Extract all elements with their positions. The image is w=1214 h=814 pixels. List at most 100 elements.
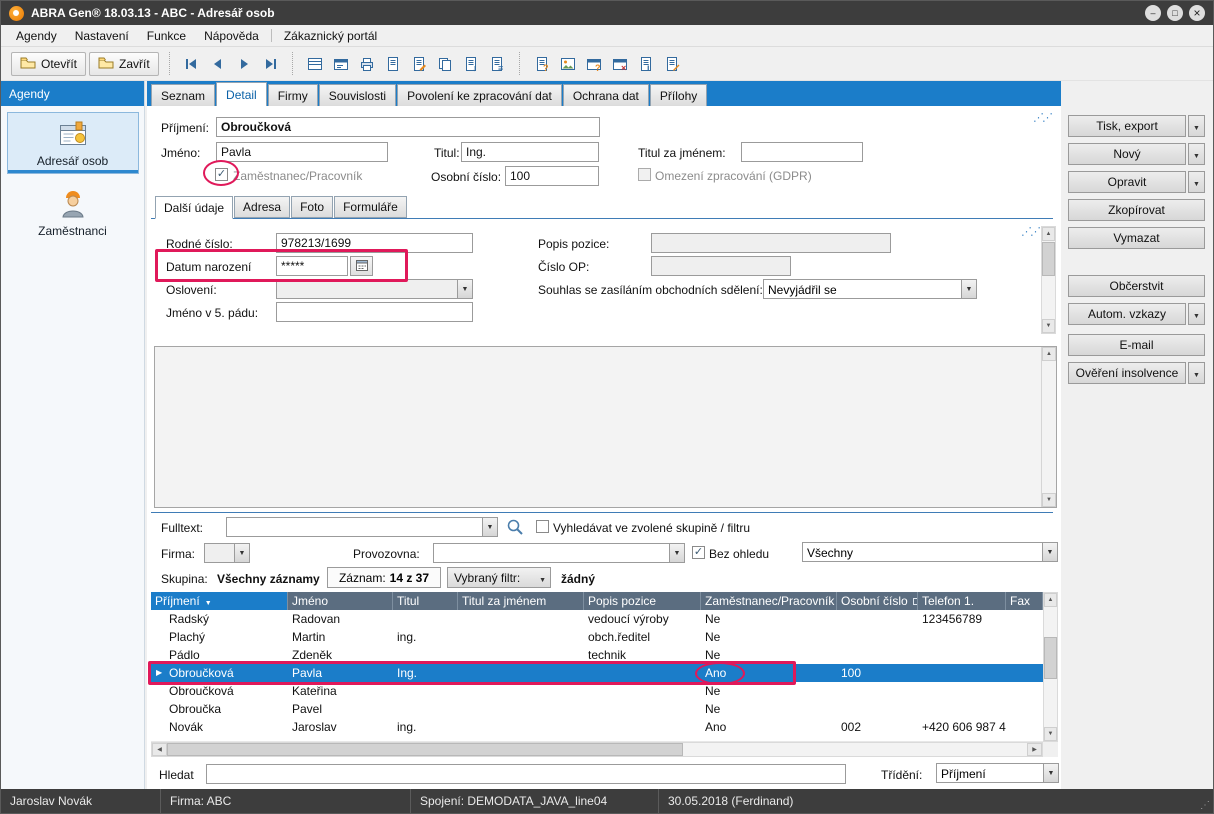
form-view-icon[interactable] — [329, 52, 353, 76]
action-button-obcerstvit[interactable]: Občerstvit — [1068, 275, 1205, 297]
search-icon[interactable] — [506, 518, 524, 539]
scroll-down-button[interactable] — [1044, 727, 1057, 741]
poznamka-scrollbar[interactable] — [1041, 347, 1056, 507]
osobni-cislo-input[interactable] — [505, 166, 599, 186]
window-settings-icon[interactable]: × — [608, 52, 632, 76]
scroll-down-button[interactable] — [1042, 319, 1055, 333]
column-header-titul-za-jmenem[interactable]: Titul za jménem — [458, 592, 584, 610]
group-filter-dropdown[interactable]: Všechny — [802, 542, 1058, 562]
menu-item-napoveda[interactable]: Nápověda — [195, 25, 268, 46]
report-icon[interactable] — [381, 52, 405, 76]
action-button-novy[interactable]: Nový — [1068, 143, 1186, 165]
chevron-down-icon[interactable] — [961, 280, 976, 298]
sidebar-item-adresar-osob[interactable]: Adresář osob — [7, 112, 139, 174]
jmeno-5-pad-input[interactable] — [276, 302, 473, 322]
menu-item-funkce[interactable]: Funkce — [138, 25, 195, 46]
action-button-e-mail[interactable]: E-mail — [1068, 334, 1205, 356]
souhlas-dropdown[interactable]: Nevyjádřil se — [763, 279, 977, 299]
subtab-dalsi-udaje[interactable]: Další údaje — [155, 196, 233, 219]
nav-next-icon[interactable] — [232, 52, 256, 76]
info-icon[interactable]: i — [634, 52, 658, 76]
table-row[interactable]: PádloZdeněktechnikNe — [151, 646, 1043, 664]
edit-icon[interactable] — [407, 52, 431, 76]
scroll-down-button[interactable] — [1042, 493, 1056, 507]
scroll-up-button[interactable] — [1042, 347, 1056, 361]
calendar-button[interactable] — [350, 256, 373, 276]
write-message-icon[interactable] — [660, 52, 684, 76]
scroll-track[interactable] — [1042, 361, 1056, 493]
nav-prev-icon[interactable] — [206, 52, 230, 76]
chevron-down-icon[interactable] — [457, 280, 472, 298]
column-header-telefon-1[interactable]: Telefon 1. — [918, 592, 1006, 610]
menu-item-zakaznicky-portal[interactable]: Zákaznický portál — [275, 25, 386, 46]
action-dropdown-autom-vzkazy[interactable] — [1188, 303, 1205, 325]
action-button-zkopirovat[interactable]: Zkopírovat — [1068, 199, 1205, 221]
records-list-icon[interactable] — [303, 52, 327, 76]
print-icon[interactable] — [355, 52, 379, 76]
chevron-down-icon[interactable] — [669, 544, 684, 562]
trideni-dropdown[interactable]: Příjmení — [936, 763, 1059, 783]
scroll-thumb[interactable] — [167, 743, 683, 756]
maximize-button[interactable] — [1167, 5, 1183, 21]
bez-ohledu-checkbox[interactable] — [692, 546, 705, 559]
action-dropdown-opravit[interactable] — [1188, 171, 1205, 193]
open-button[interactable]: Otevřít — [11, 52, 86, 76]
table-row[interactable]: ObroučkaPavelNe — [151, 700, 1043, 718]
action-dropdown-novy[interactable] — [1188, 143, 1205, 165]
action-button-vymazat[interactable]: Vymazat — [1068, 227, 1205, 249]
scroll-up-button[interactable] — [1042, 227, 1055, 241]
osloveni-dropdown[interactable] — [276, 279, 473, 299]
nav-last-icon[interactable] — [258, 52, 282, 76]
action-dropdown-overeni-insolvence[interactable] — [1188, 362, 1205, 384]
scroll-up-button[interactable] — [1044, 593, 1057, 607]
column-header-popis-pozice[interactable]: Popis pozice — [584, 592, 701, 610]
subtab-formulare[interactable]: Formuláře — [334, 196, 407, 218]
menu-item-agendy[interactable]: Agendy — [7, 25, 66, 46]
scroll-track[interactable] — [167, 743, 1027, 756]
selected-filter-button[interactable]: Vybraný filtr: — [447, 567, 551, 588]
tab-detail[interactable]: Detail — [216, 82, 267, 106]
zamestnanec-checkbox[interactable] — [215, 168, 228, 181]
rodne-cislo-input[interactable] — [276, 233, 473, 253]
detail-vertical-scrollbar[interactable] — [1041, 226, 1056, 334]
scroll-thumb[interactable] — [1042, 242, 1055, 276]
horizontal-scrollbar[interactable] — [151, 742, 1043, 757]
fulltext-group-checkbox[interactable] — [536, 520, 549, 533]
scroll-left-button[interactable] — [152, 743, 167, 756]
provozovna-dropdown[interactable] — [433, 543, 685, 563]
nav-first-icon[interactable] — [180, 52, 204, 76]
popis-pozice-input[interactable] — [651, 233, 891, 253]
tab-firmy[interactable]: Firmy — [268, 84, 318, 106]
chevron-down-icon[interactable] — [234, 544, 249, 562]
gdpr-checkbox[interactable] — [638, 168, 651, 181]
column-header-titul[interactable]: Titul — [393, 592, 458, 610]
scroll-track[interactable] — [1044, 607, 1057, 727]
table-row[interactable]: ObroučkováPavlaIng.Ano100 — [151, 664, 1043, 682]
titul-za-jmenem-input[interactable] — [741, 142, 863, 162]
tab-seznam[interactable]: Seznam — [151, 84, 215, 106]
action-button-overeni-insolvence[interactable]: Ověření insolvence — [1068, 362, 1186, 384]
action-button-autom-vzkazy[interactable]: Autom. vzkazy — [1068, 303, 1186, 325]
action-button-opravit[interactable]: Opravit — [1068, 171, 1186, 193]
scroll-thumb[interactable] — [1044, 637, 1057, 679]
menu-item-nastaveni[interactable]: Nastavení — [66, 25, 138, 46]
subtab-foto[interactable]: Foto — [291, 196, 333, 218]
scroll-right-button[interactable] — [1027, 743, 1042, 756]
export-icon[interactable]: ↓ — [459, 52, 483, 76]
attachments-icon[interactable]: ≡ — [485, 52, 509, 76]
close-agenda-button[interactable]: Zavřít — [89, 52, 159, 76]
jm[interactable] — [216, 142, 388, 162]
expand-panel-icon[interactable] — [1021, 227, 1039, 238]
table-row[interactable]: ObroučkováKateřinaNe — [151, 682, 1043, 700]
tab-ochrana-dat[interactable]: Ochrana dat — [563, 84, 649, 106]
datum-narozeni-input[interactable] — [276, 256, 348, 276]
tab-souvislosti[interactable]: Souvislosti — [319, 84, 396, 106]
sidebar-item-zamestnanci[interactable]: Zaměstnanci — [7, 182, 139, 244]
table-row[interactable]: PlachýMartining.obch.ředitelNe — [151, 628, 1043, 646]
firma-dropdown[interactable] — [204, 543, 250, 563]
window-help-icon[interactable]: ? — [582, 52, 606, 76]
hledat-input[interactable] — [206, 764, 846, 784]
tab-prilohy[interactable]: Přílohy — [650, 84, 707, 106]
table-vertical-scrollbar[interactable] — [1043, 592, 1058, 742]
column-header-jmeno[interactable]: Jméno — [288, 592, 393, 610]
